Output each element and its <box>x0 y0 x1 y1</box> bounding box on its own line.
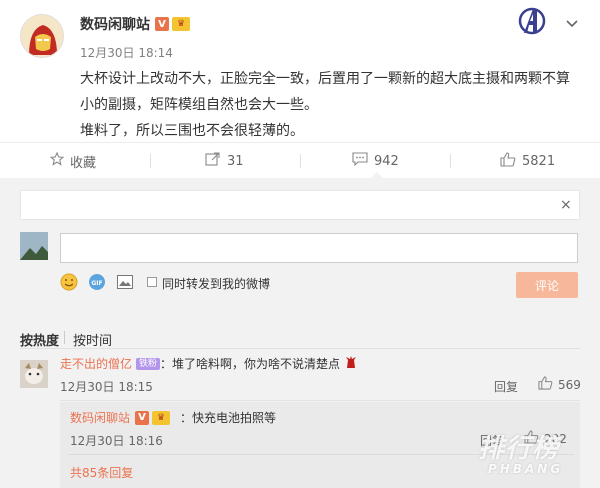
post-text-line: 小的副摄，矩阵模组自然也会大一些。 <box>80 97 318 113</box>
submit-comment-button[interactable]: 评论 <box>516 272 578 298</box>
thumbs-up-icon <box>500 151 516 171</box>
my-avatar[interactable] <box>20 232 48 260</box>
close-icon[interactable]: × <box>560 197 572 213</box>
comment-pointer <box>370 172 384 179</box>
chevron-down-icon[interactable] <box>565 14 579 28</box>
comment-divider <box>60 400 580 401</box>
gif-icon[interactable]: GIF <box>88 273 106 291</box>
forward-button[interactable]: 31 <box>205 143 244 179</box>
vip-crown-icon: ♛ <box>152 410 171 425</box>
post-action-bar: 收藏 31 942 5821 <box>0 142 600 178</box>
action-divider <box>300 154 301 168</box>
image-icon[interactable] <box>116 273 134 291</box>
action-divider <box>450 154 451 168</box>
comment-like-count: 569 <box>558 377 581 392</box>
angry-emoji-icon <box>344 354 358 368</box>
commenter-name[interactable]: 走不出的僧亿 铁粉 <box>60 355 161 372</box>
verified-badge-icon: V <box>135 410 150 425</box>
reply-text: ：快充电池拍照等 <box>180 411 277 425</box>
post-text-line: 大杯设计上改动不大，正脸完全一致，后置用了一颗新的超大底主摄和两颗不算 <box>80 71 570 87</box>
reply-author-name[interactable]: 数码闲聊站 <box>70 409 130 426</box>
commenter-avatar[interactable] <box>20 360 48 388</box>
svg-text:GIF: GIF <box>91 280 102 287</box>
comment-icon <box>352 152 368 170</box>
notice-bar <box>20 190 580 220</box>
verified-badge-icon: V <box>155 17 169 31</box>
comment-like-button[interactable]: 569 <box>538 376 581 393</box>
tab-sort-by-hot[interactable]: 按热度 <box>20 330 59 349</box>
author-avatar[interactable] <box>20 14 64 58</box>
watermark-logo: 排行榜 <box>478 434 560 464</box>
favorite-button[interactable]: 收藏 <box>49 143 97 179</box>
post-time[interactable]: 12月30日 18:14 <box>80 44 173 61</box>
forward-checkbox-label[interactable]: 同时转发到我的微博 <box>162 275 270 292</box>
thumbs-up-icon <box>538 376 553 393</box>
reply-author[interactable]: 数码闲聊站 V ♛ <box>70 409 171 426</box>
comment-input[interactable] <box>60 233 578 263</box>
vip-crown-icon: ♛ <box>172 17 190 31</box>
action-divider <box>150 154 151 168</box>
comment-reply-button[interactable]: 回复 <box>494 378 518 395</box>
watermark-subtext: PHBANG <box>488 462 564 476</box>
post-text: 大杯设计上改动不大，正脸完全一致，后置用了一颗新的超大底主摄和两颗不算 小的副摄… <box>80 66 580 144</box>
favorite-label: 收藏 <box>70 155 97 171</box>
star-icon <box>49 151 65 170</box>
tab-sort-by-time[interactable]: 按时间 <box>73 330 112 349</box>
more-replies-link[interactable]: 共85条回复 <box>70 464 133 481</box>
comment-text: ：堆了啥料啊，你为啥不说清楚点 <box>160 357 341 371</box>
like-count: 5821 <box>522 153 556 169</box>
avengers-logo-icon <box>516 6 548 36</box>
comment-count: 942 <box>374 153 399 169</box>
commenter-username[interactable]: 走不出的僧亿 <box>60 355 132 372</box>
fan-badge: 铁粉 <box>136 357 161 370</box>
sort-divider <box>64 331 65 344</box>
forward-checkbox[interactable] <box>147 277 157 287</box>
emoji-icon[interactable] <box>60 273 78 291</box>
sort-divider-line <box>20 348 580 349</box>
reply-time: 12月30日 18:16 <box>70 434 163 448</box>
comment-time: 12月30日 18:15 <box>60 380 153 394</box>
post-text-line: 堆料了，所以三围也不会很轻薄的。 <box>80 123 304 139</box>
forward-icon <box>205 152 221 170</box>
like-button[interactable]: 5821 <box>500 143 555 179</box>
forward-count: 31 <box>227 153 244 169</box>
post-author-name[interactable]: 数码闲聊站 <box>80 14 150 34</box>
post-author[interactable]: 数码闲聊站 V ♛ <box>80 14 190 34</box>
